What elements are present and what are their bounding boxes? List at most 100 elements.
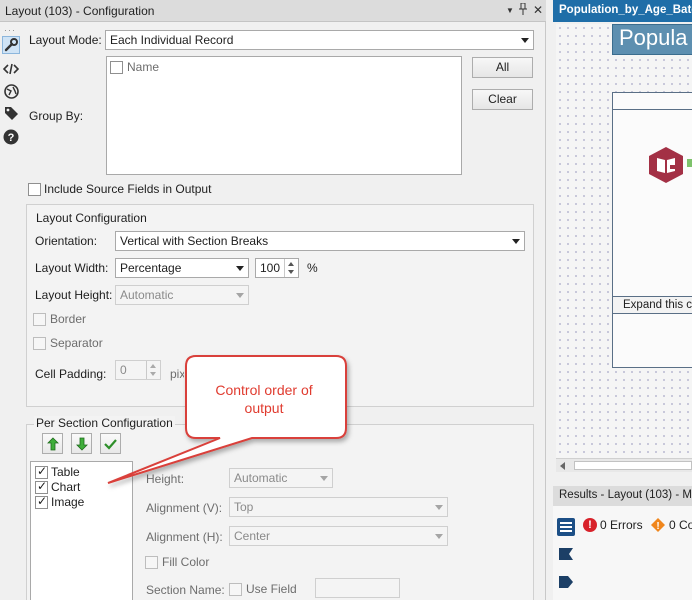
- layout-width-mode-value: Percentage: [120, 261, 182, 275]
- panel-title: Layout (103) - Configuration: [5, 4, 155, 18]
- section-height-label: Height:: [146, 472, 185, 486]
- layout-width-value: 100: [260, 261, 281, 275]
- section-image-label[interactable]: Image: [51, 495, 84, 509]
- layout-width-mode-dropdown[interactable]: Percentage: [115, 258, 249, 278]
- output-anchor[interactable]: [687, 159, 692, 167]
- section-table-checkbox[interactable]: [35, 464, 48, 479]
- use-field-checkbox[interactable]: [229, 583, 242, 596]
- chevron-down-icon: [435, 534, 443, 539]
- panel-menu-icon[interactable]: ▼: [504, 6, 516, 15]
- alignment-h-dropdown[interactable]: Center: [229, 526, 448, 546]
- errors-count[interactable]: 0 Errors: [600, 518, 643, 532]
- layout-height-dropdown[interactable]: Automatic: [115, 285, 249, 305]
- chevron-down-icon: [512, 239, 520, 244]
- workflow-canvas[interactable]: Popula Expand this co: [556, 24, 692, 458]
- use-field-label: Use Field: [246, 582, 297, 596]
- all-button[interactable]: All: [472, 57, 533, 78]
- error-icon: !: [583, 518, 597, 532]
- container-divider: [613, 109, 692, 110]
- alignment-h-label: Alignment (H):: [146, 530, 223, 544]
- clear-button[interactable]: Clear: [472, 89, 533, 110]
- spinner-arrows-icon[interactable]: [146, 361, 160, 379]
- alignment-v-dropdown[interactable]: Top: [229, 497, 448, 517]
- scroll-left-icon[interactable]: [560, 462, 565, 470]
- chevron-down-icon: [236, 266, 244, 271]
- select-all-button[interactable]: [100, 433, 121, 454]
- section-table-label[interactable]: Table: [51, 465, 80, 479]
- fill-color-label: Fill Color: [162, 555, 210, 569]
- chevron-down-icon: [236, 293, 244, 298]
- layout-height-value: Automatic: [120, 288, 174, 302]
- callout-text: Control order of output: [215, 382, 313, 416]
- chevron-down-icon: [521, 38, 529, 43]
- list-icon[interactable]: [557, 518, 575, 536]
- include-source-label: Include Source Fields in Output: [44, 182, 212, 196]
- flag-icon[interactable]: [558, 546, 574, 562]
- tool-container[interactable]: Expand this co: [612, 92, 692, 368]
- tag-output-icon[interactable]: [558, 574, 574, 590]
- arrow-down-icon: [75, 437, 88, 451]
- move-up-button[interactable]: [42, 433, 63, 454]
- container-title[interactable]: Popula: [612, 24, 692, 55]
- globe-icon[interactable]: [2, 82, 20, 100]
- per-section-title: Per Section Configuration: [34, 416, 175, 430]
- pin-icon[interactable]: [517, 2, 529, 18]
- section-height-value: Automatic: [234, 471, 288, 485]
- alignment-v-label: Alignment (V):: [146, 501, 223, 515]
- orientation-dropdown[interactable]: Vertical with Section Breaks: [115, 231, 525, 251]
- conversions-count[interactable]: 0 Co: [669, 518, 692, 532]
- orientation-label: Orientation:: [35, 234, 98, 248]
- layout-height-label: Layout Height:: [35, 288, 113, 302]
- cell-padding-value: 0: [120, 363, 127, 377]
- layout-width-unit: %: [307, 261, 318, 275]
- section-chart-checkbox[interactable]: [35, 479, 48, 494]
- layout-tool-icon[interactable]: [646, 145, 686, 185]
- section-height-dropdown[interactable]: Automatic: [229, 468, 333, 488]
- spinner-arrows-icon[interactable]: [284, 259, 298, 277]
- alignment-v-value: Top: [234, 500, 254, 514]
- section-chart-label[interactable]: Chart: [51, 480, 80, 494]
- border-checkbox[interactable]: [33, 313, 46, 326]
- fill-color-checkbox[interactable]: [145, 556, 158, 569]
- chevron-down-icon: [435, 505, 443, 510]
- warning-icon: !: [650, 517, 666, 533]
- help-icon[interactable]: ?: [2, 128, 20, 146]
- workflow-tab[interactable]: Population_by_Age_Batch: [553, 0, 692, 22]
- layout-configuration-title: Layout Configuration: [34, 211, 149, 225]
- cell-padding-label: Cell Padding:: [35, 367, 107, 381]
- close-icon[interactable]: ✕: [532, 3, 544, 17]
- group-by-name-checkbox[interactable]: [110, 61, 123, 74]
- section-name-label: Section Name:: [146, 583, 225, 597]
- separator-checkbox[interactable]: [33, 337, 46, 350]
- layout-mode-label: Layout Mode:: [29, 33, 102, 47]
- arrow-up-icon: [46, 436, 59, 450]
- cell-padding-spinner[interactable]: 0: [115, 360, 161, 380]
- code-icon[interactable]: [2, 60, 20, 78]
- results-panel: ! 0 Errors ! 0 Co: [553, 506, 692, 600]
- layout-mode-value: Each Individual Record: [110, 33, 234, 47]
- check-icon: [104, 438, 117, 450]
- group-by-label: Group By:: [29, 109, 84, 123]
- group-by-list[interactable]: Name: [106, 56, 462, 175]
- section-list[interactable]: Table Chart Image: [30, 461, 133, 600]
- tag-icon[interactable]: [2, 104, 20, 122]
- include-source-checkbox[interactable]: [28, 183, 41, 196]
- separator-label: Separator: [50, 336, 103, 350]
- wrench-icon[interactable]: [2, 36, 20, 54]
- layout-width-label: Layout Width:: [35, 261, 109, 275]
- section-image-checkbox[interactable]: [35, 494, 48, 509]
- layout-mode-dropdown[interactable]: Each Individual Record: [105, 30, 534, 50]
- scroll-thumb[interactable]: [574, 461, 692, 470]
- move-down-button[interactable]: [71, 433, 92, 454]
- section-name-input[interactable]: [315, 578, 400, 598]
- panel-titlebar: Layout (103) - Configuration ▼ ✕: [0, 0, 546, 22]
- cell-padding-unit: pixels: [170, 367, 184, 381]
- expand-bar[interactable]: Expand this co: [613, 296, 692, 314]
- alignment-h-value: Center: [234, 529, 271, 543]
- orientation-value: Vertical with Section Breaks: [120, 234, 269, 248]
- toolstrip: ?: [0, 22, 22, 600]
- svg-text:!: !: [656, 521, 659, 532]
- canvas-horizontal-scrollbar[interactable]: [556, 458, 692, 472]
- svg-text:?: ?: [8, 132, 15, 144]
- layout-width-spinner[interactable]: 100: [255, 258, 299, 278]
